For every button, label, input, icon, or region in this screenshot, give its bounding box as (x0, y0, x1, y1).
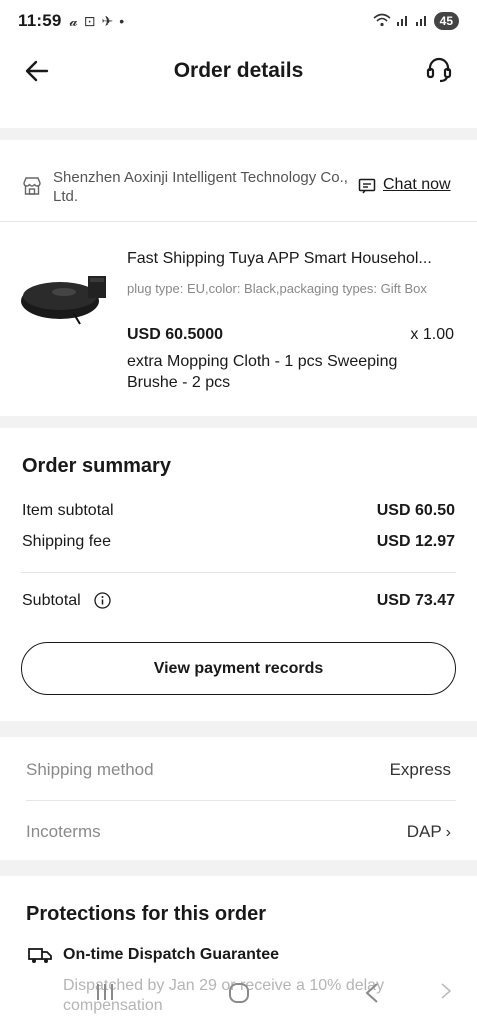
info-icon[interactable] (94, 592, 111, 614)
chevron-left-icon (365, 983, 378, 1003)
customer-service-button[interactable] (423, 54, 455, 86)
chat-icon[interactable] (358, 178, 376, 199)
back-button[interactable] (22, 56, 52, 86)
status-time: 11:59 (18, 11, 62, 30)
protections-title: Protections for this order (26, 903, 267, 925)
signal-icon (396, 14, 410, 29)
store-icon (22, 176, 42, 201)
product-image[interactable] (18, 268, 110, 326)
truck-icon (28, 946, 52, 969)
chat-now-link[interactable]: Chat now (383, 176, 451, 194)
product-price: USD 60.5000 (127, 326, 224, 343)
screenshot-icon: ⊡ (83, 12, 96, 29)
store-name[interactable]: Shenzhen Aoxinji Intelligent Technology … (53, 168, 358, 206)
incoterms-row[interactable]: DAP › (407, 822, 451, 842)
shipping-method-value: Express (389, 760, 451, 779)
notification-icons: 𝓪 ⊡ ✈ • (70, 13, 125, 30)
guarantee-title: On-time Dispatch Guarantee (63, 946, 280, 963)
incoterms-value: DAP (406, 822, 442, 841)
view-payment-records-button[interactable]: View payment records (21, 642, 456, 695)
shipping-fee-label: Shipping fee (22, 533, 111, 550)
headset-icon (426, 57, 452, 83)
order-summary-title: Order summary (22, 455, 171, 477)
page-title: Order details (173, 59, 304, 82)
shipping-method-label: Shipping method (26, 760, 154, 779)
link-icon: 𝓪 (69, 12, 78, 29)
chevron-right-icon (441, 983, 452, 999)
product-title[interactable]: Fast Shipping Tuya APP Smart Househol... (127, 250, 457, 268)
keyboard-hide-button[interactable] (440, 982, 452, 1006)
product-extras: extra Mopping Cloth - 1 pcs Sweeping Bru… (127, 353, 398, 391)
wifi-icon (373, 13, 391, 30)
item-subtotal-label: Item subtotal (22, 502, 114, 519)
divider (21, 572, 456, 573)
arrow-left-icon (25, 60, 49, 82)
subtotal-value: USD 73.47 (376, 592, 455, 609)
system-nav-bar (0, 968, 477, 1024)
status-right: 45 (373, 12, 459, 30)
divider (0, 221, 477, 222)
product-attributes: plug type: EU,color: Black,packaging typ… (127, 281, 427, 296)
item-subtotal-value: USD 60.50 (376, 502, 455, 519)
back-nav-button[interactable] (364, 982, 380, 1010)
recent-apps-icon (97, 984, 113, 1000)
section-gap (0, 128, 477, 140)
battery-indicator: 45 (433, 12, 459, 30)
home-button[interactable] (228, 982, 250, 1010)
section-gap (0, 721, 477, 737)
section-gap (0, 416, 477, 428)
incoterms-label: Incoterms (26, 822, 101, 841)
chevron-right-icon: › (445, 824, 451, 841)
signal-icon-2 (415, 14, 429, 29)
section-gap (0, 860, 477, 876)
subtotal-label: Subtotal (22, 592, 81, 609)
recent-apps-button[interactable] (94, 982, 116, 1008)
divider (26, 800, 456, 801)
status-bar: 11:59 𝓪 ⊡ ✈ • 45 (0, 0, 477, 42)
product-quantity: x 1.00 (410, 326, 454, 343)
shipping-fee-value: USD 12.97 (376, 533, 455, 550)
header: Order details (0, 42, 477, 100)
bird-icon: ✈ (101, 12, 114, 29)
home-icon (229, 983, 249, 1003)
dot-icon: • (119, 13, 125, 29)
